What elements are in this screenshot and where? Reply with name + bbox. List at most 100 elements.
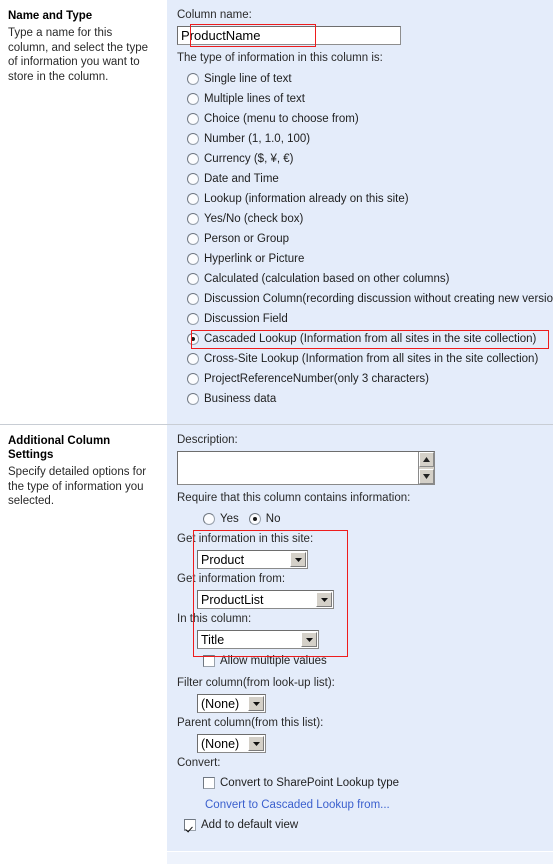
checkbox-icon[interactable]	[203, 655, 215, 667]
type-option-label: Date and Time	[204, 173, 279, 185]
type-option-label: Cascaded Lookup (Information from all si…	[204, 333, 537, 345]
radio-icon[interactable]	[187, 373, 199, 385]
radio-icon[interactable]	[187, 93, 199, 105]
in-this-column-select[interactable]: Title	[197, 630, 319, 649]
type-option-business-data[interactable]: Business data	[187, 389, 553, 409]
type-option-label: Hyperlink or Picture	[204, 253, 305, 265]
column-type-label: The type of information in this column i…	[177, 52, 383, 64]
type-option-cascaded-lookup[interactable]: Cascaded Lookup (Information from all si…	[187, 329, 553, 349]
add-to-default-view-label: Add to default view	[201, 819, 299, 831]
description-scrollbar[interactable]	[418, 452, 434, 484]
type-option-label: Yes/No (check box)	[204, 213, 304, 225]
type-option-label: Business data	[204, 393, 277, 405]
radio-icon[interactable]	[187, 233, 199, 245]
radio-icon[interactable]	[187, 313, 199, 325]
scroll-down-icon[interactable]	[419, 469, 434, 484]
type-option-cross-site-lookup[interactable]: Cross-Site Lookup (Information from all …	[187, 349, 553, 369]
chevron-down-icon[interactable]	[248, 736, 264, 751]
type-option-label: Multiple lines of text	[204, 93, 305, 105]
add-to-default-view-checkbox[interactable]: Add to default view	[184, 816, 553, 834]
get-information-from-value: ProductList	[201, 592, 264, 607]
radio-icon[interactable]	[187, 213, 199, 225]
radio-icon[interactable]	[187, 193, 199, 205]
chevron-down-icon[interactable]	[301, 632, 317, 647]
radio-icon[interactable]	[187, 293, 199, 305]
radio-icon[interactable]	[187, 73, 199, 85]
type-option-single-line-of-text[interactable]: Single line of text	[187, 69, 553, 89]
radio-icon[interactable]	[187, 113, 199, 125]
get-information-from-label: Get information from:	[177, 573, 286, 585]
allow-multiple-values-label: Allow multiple values	[220, 655, 327, 667]
type-option-label: Person or Group	[204, 233, 290, 245]
get-information-from-select[interactable]: ProductList	[197, 590, 334, 609]
type-option-calculated[interactable]: Calculated (calculation based on other c…	[187, 269, 553, 289]
require-option-no[interactable]: No	[248, 509, 281, 529]
radio-icon[interactable]	[187, 253, 199, 265]
chevron-down-icon[interactable]	[248, 696, 264, 711]
section-name-and-type: Name and Type Type a name for this colum…	[0, 0, 553, 424]
radio-icon[interactable]	[187, 153, 199, 165]
additional-settings-description: Specify detailed options for the type of…	[8, 466, 147, 507]
type-option-label: Calculated (calculation based on other c…	[204, 273, 450, 285]
type-option-label: Choice (menu to choose from)	[204, 113, 359, 125]
type-option-yes-no[interactable]: Yes/No (check box)	[187, 209, 553, 229]
require-information-label: Require that this column contains inform…	[177, 492, 411, 504]
type-option-discussion-field[interactable]: Discussion Field	[187, 309, 553, 329]
allow-multiple-values-checkbox[interactable]: Allow multiple values	[203, 652, 553, 670]
radio-icon[interactable]	[187, 273, 199, 285]
require-option-label: No	[265, 513, 281, 525]
name-and-type-description: Type a name for this column, and select …	[8, 27, 148, 83]
radio-icon[interactable]	[203, 513, 215, 525]
additional-settings-sidebar: Additional Column Settings Specify detai…	[0, 425, 167, 863]
chevron-down-icon[interactable]	[316, 592, 332, 607]
convert-label: Convert:	[177, 757, 221, 769]
type-option-discussion-column[interactable]: Discussion Column(recording discussion w…	[187, 289, 553, 309]
description-field[interactable]	[177, 451, 435, 485]
bottom-strip-left	[0, 851, 167, 864]
column-type-radio-group: Single line of text Multiple lines of te…	[177, 69, 553, 409]
column-name-label: Column name:	[177, 9, 252, 21]
radio-icon[interactable]	[187, 393, 199, 405]
filter-column-select[interactable]: (None)	[197, 694, 266, 713]
radio-icon[interactable]	[187, 173, 199, 185]
require-information-radio-group: Yes No	[177, 509, 553, 529]
radio-icon[interactable]	[187, 133, 199, 145]
radio-icon-selected[interactable]	[187, 333, 199, 345]
type-option-multiple-lines-of-text[interactable]: Multiple lines of text	[187, 89, 553, 109]
type-option-hyperlink-or-picture[interactable]: Hyperlink or Picture	[187, 249, 553, 269]
type-option-label: Cross-Site Lookup (Information from all …	[204, 353, 539, 365]
get-information-in-site-label: Get information in this site:	[177, 533, 314, 545]
description-textarea[interactable]	[178, 452, 418, 484]
convert-to-cascaded-lookup-link[interactable]: Convert to Cascaded Lookup from...	[205, 798, 390, 813]
scroll-up-icon[interactable]	[419, 452, 434, 467]
type-option-number[interactable]: Number (1, 1.0, 100)	[187, 129, 553, 149]
type-option-choice[interactable]: Choice (menu to choose from)	[187, 109, 553, 129]
type-option-person-or-group[interactable]: Person or Group	[187, 229, 553, 249]
description-label: Description:	[177, 434, 238, 446]
radio-icon-selected[interactable]	[248, 513, 261, 525]
require-option-yes[interactable]: Yes	[203, 509, 239, 529]
additional-settings-panel: Description: Require that this column co…	[167, 425, 553, 863]
filter-column-value: (None)	[201, 696, 240, 711]
parent-column-value: (None)	[201, 736, 240, 751]
get-information-in-site-select[interactable]: Product	[197, 550, 308, 569]
in-this-column-label: In this column:	[177, 613, 252, 625]
checkbox-icon[interactable]	[203, 777, 215, 789]
filter-column-label: Filter column(from look-up list):	[177, 677, 335, 689]
type-option-label: Single line of text	[204, 73, 292, 85]
name-and-type-panel: Column name: The type of information in …	[167, 0, 553, 424]
column-name-input[interactable]	[177, 26, 401, 45]
type-option-project-reference-number[interactable]: ProjectReferenceNumber(only 3 characters…	[187, 369, 553, 389]
type-option-date-and-time[interactable]: Date and Time	[187, 169, 553, 189]
type-option-label: Discussion Field	[204, 313, 288, 325]
get-information-in-site-value: Product	[201, 552, 245, 567]
type-option-lookup[interactable]: Lookup (information already on this site…	[187, 189, 553, 209]
convert-to-sharepoint-lookup-checkbox[interactable]: Convert to SharePoint Lookup type	[203, 774, 553, 792]
radio-icon[interactable]	[187, 353, 199, 365]
chevron-down-icon[interactable]	[290, 552, 306, 567]
parent-column-select[interactable]: (None)	[197, 734, 266, 753]
type-option-currency[interactable]: Currency ($, ¥, €)	[187, 149, 553, 169]
in-this-column-value: Title	[201, 632, 225, 647]
type-option-label: Discussion Column(recording discussion w…	[204, 293, 553, 305]
checkbox-icon-checked[interactable]	[184, 819, 196, 831]
